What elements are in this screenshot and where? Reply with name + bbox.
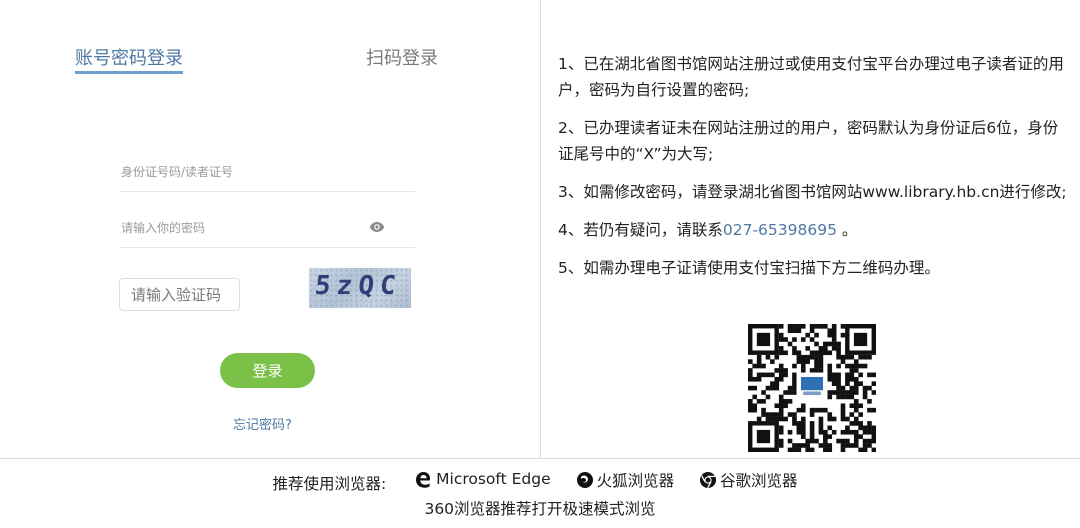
browser-edge: Microsoft Edge xyxy=(413,469,551,489)
browser-firefox: 火狐浏览器 xyxy=(576,469,675,491)
footer-divider xyxy=(0,458,1080,459)
forgot-password-link[interactable]: 忘记密码? xyxy=(233,414,292,433)
edge-icon xyxy=(416,472,431,488)
recommend-label: 推荐使用浏览器: xyxy=(272,475,387,493)
tab-account-label: 账号密码登录 xyxy=(75,48,183,69)
browser-chrome: 谷歌浏览器 xyxy=(699,469,798,491)
info-item-4: 4、若仍有疑问，请联系027-65398695 。 xyxy=(558,217,1070,243)
info-item-2: 2、已办理读者证未在网站注册过的用户，密码默认为身份证后6位，身份证尾号中的“X… xyxy=(558,119,1059,163)
captcha-text: 5zQC xyxy=(313,271,404,301)
captcha-image[interactable]: 5zQC xyxy=(309,268,411,308)
info-item-3: 3、如需修改密码，请登录湖北省图书馆网站www.library.hb.cn进行修… xyxy=(558,183,1067,201)
id-input[interactable] xyxy=(119,152,415,191)
id-field xyxy=(119,152,415,192)
alipay-qr-code xyxy=(748,324,876,452)
info-item-5: 5、如需办理电子证请使用支付宝扫描下方二维码办理。 xyxy=(558,259,940,277)
browser-recommendation: 推荐使用浏览器: Microsoft Edge 火狐浏览器 谷歌浏览器 xyxy=(0,469,1080,494)
chrome-icon xyxy=(700,472,717,489)
captcha-input[interactable] xyxy=(119,278,240,311)
firefox-icon xyxy=(576,472,593,488)
info-list: 1、已在湖北省图书馆网站注册过或使用支付宝平台办理过电子读者证的用户，密码为自行… xyxy=(558,51,1070,293)
active-tab-underline xyxy=(75,71,183,74)
contact-phone[interactable]: 027-65398695 xyxy=(723,221,837,239)
browser-note: 360浏览器推荐打开极速模式浏览 xyxy=(424,500,656,518)
tab-account-login[interactable]: 账号密码登录 xyxy=(75,48,183,74)
password-field xyxy=(119,208,415,248)
tab-qr-login[interactable]: 扫码登录 xyxy=(366,48,438,74)
browser-chrome-label: 谷歌浏览器 xyxy=(720,472,798,490)
browser-edge-label: Microsoft Edge xyxy=(436,470,551,488)
eye-icon[interactable] xyxy=(369,221,385,233)
info-item-1: 1、已在湖北省图书馆网站注册过或使用支付宝平台办理过电子读者证的用户，密码为自行… xyxy=(558,55,1064,99)
vertical-divider xyxy=(540,0,541,458)
contact-prefix: 4、若仍有疑问，请联系 xyxy=(558,221,723,239)
tab-qr-label: 扫码登录 xyxy=(366,48,438,69)
login-button[interactable]: 登录 xyxy=(220,353,315,388)
contact-suffix: 。 xyxy=(836,221,858,239)
browser-firefox-label: 火狐浏览器 xyxy=(596,472,675,490)
